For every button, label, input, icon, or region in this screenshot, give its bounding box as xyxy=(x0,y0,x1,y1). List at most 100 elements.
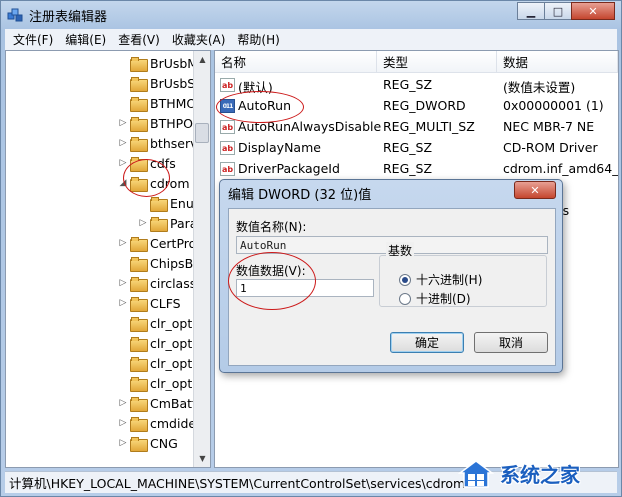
key-tree-pane[interactable]: BrUsbM BrUsbS BTHMO ▷ BTHPO ▷ bthserv ▷ cdfs ◢ cdr… xyxy=(5,50,211,468)
tree-item[interactable]: ◢ cdrom xyxy=(118,173,190,193)
tree-item[interactable]: ▷ Para xyxy=(138,213,197,233)
scroll-thumb[interactable] xyxy=(195,123,209,143)
tree-item-label: CmBatt xyxy=(150,395,197,411)
tree-item[interactable]: ▷ CmBatt xyxy=(118,393,197,413)
folder-icon xyxy=(130,276,148,292)
tree-expander-icon[interactable]: ▷ xyxy=(138,218,148,228)
tree-item-label: CertPro xyxy=(150,235,197,251)
tree-item[interactable]: ▷ CertPro xyxy=(118,233,196,253)
tree-item[interactable]: ▷ CLFS xyxy=(118,293,181,313)
radio-hexadecimal[interactable]: 十六进制(H) xyxy=(399,271,482,288)
column-header-name[interactable]: 名称 xyxy=(215,51,377,73)
minimize-button[interactable]: ▁ xyxy=(517,2,545,20)
folder-icon xyxy=(150,216,168,232)
scroll-up-icon[interactable]: ▲ xyxy=(194,51,210,68)
tree-expander-icon[interactable]: ▷ xyxy=(118,418,128,428)
status-path: 计算机\HKEY_LOCAL_MACHINE\SYSTEM\CurrentCon… xyxy=(9,476,466,491)
tree-item[interactable]: BrUsbM xyxy=(118,53,198,73)
tree-item-label: cdrom xyxy=(150,175,190,191)
radio-decimal-label: 十进制(D) xyxy=(416,292,471,306)
value-name-label: 数值名称(N): xyxy=(236,220,307,234)
tree-item-label: BTHMO xyxy=(150,95,197,111)
tree-item[interactable]: Enu xyxy=(138,193,194,213)
menu-view[interactable]: 查看(V) xyxy=(118,31,160,48)
dialog-body: 数值名称(N): AutoRun 数值数据(V): 1 基数 十六进制(H) 十… xyxy=(228,208,556,366)
window-controls: ▁ □ ✕ xyxy=(517,2,615,20)
tree-item[interactable]: clr_opti xyxy=(118,313,196,333)
tree-item[interactable]: ▷ cmdide xyxy=(118,413,196,433)
title-bar[interactable]: 注册表编辑器 ▁ □ ✕ xyxy=(1,1,621,29)
tree-item[interactable]: ▷ bthserv xyxy=(118,133,198,153)
tree-expander-icon[interactable]: ◢ xyxy=(118,178,128,188)
tree-item[interactable]: clr_opti xyxy=(118,373,196,393)
tree-expander-icon[interactable]: ▷ xyxy=(118,278,128,288)
binary-value-icon: 011 xyxy=(220,99,235,113)
folder-icon xyxy=(130,296,148,312)
tree-expander-icon[interactable]: ▷ xyxy=(118,298,128,308)
tree-item[interactable]: ▷ cdfs xyxy=(118,153,176,173)
tree-item[interactable]: clr_opti xyxy=(118,353,196,373)
folder-icon xyxy=(130,256,148,272)
menu-favorites[interactable]: 收藏夹(A) xyxy=(172,31,226,48)
value-data: CD-ROM Driver xyxy=(503,140,598,155)
regedit-app-icon xyxy=(7,8,23,22)
tree-expander-icon[interactable]: ▷ xyxy=(118,138,128,148)
tree-item[interactable]: ▷ circlass xyxy=(118,273,196,293)
tree-expander-icon[interactable]: ▷ xyxy=(118,238,128,248)
value-row[interactable]: 011 AutoRun REG_DWORD 0x00000001 (1) xyxy=(215,96,618,117)
tree-expander-icon[interactable]: ▷ xyxy=(118,398,128,408)
folder-icon xyxy=(130,316,148,332)
folder-icon xyxy=(130,236,148,252)
value-data-input[interactable]: 1 xyxy=(236,279,374,297)
value-type: REG_MULTI_SZ xyxy=(383,119,475,134)
value-type: REG_SZ xyxy=(383,161,433,176)
base-group-title: 基数 xyxy=(386,242,415,259)
tree-item-label: clr_opti xyxy=(150,335,196,351)
tree-item-label: circlass xyxy=(150,275,197,291)
tree-expander-icon[interactable]: ▷ xyxy=(118,158,128,168)
maximize-icon: □ xyxy=(552,4,564,18)
folder-icon xyxy=(130,136,148,152)
ok-button[interactable]: 确定 xyxy=(390,332,464,353)
tree-item[interactable]: BTHMO xyxy=(118,93,196,113)
tree-item[interactable]: clr_opti xyxy=(118,333,196,353)
value-row[interactable]: ab DriverPackageId REG_SZ cdrom.inf_amd64_n xyxy=(215,159,618,180)
value-type: REG_DWORD xyxy=(383,98,466,113)
tree-item[interactable]: ▷ CNG xyxy=(118,433,178,453)
folder-icon xyxy=(130,116,148,132)
value-data: NEC MBR-7 NE xyxy=(503,119,595,134)
tree-vertical-scrollbar[interactable]: ▲ ▼ xyxy=(193,51,210,467)
menu-edit[interactable]: 编辑(E) xyxy=(65,31,106,48)
value-row[interactable]: ab DisplayName REG_SZ CD-ROM Driver xyxy=(215,138,618,159)
value-type: REG_SZ xyxy=(383,77,433,92)
tree-item-label: clr_opti xyxy=(150,375,196,391)
radio-unselected-icon xyxy=(399,292,411,305)
column-header-data[interactable]: 数据 xyxy=(497,51,618,73)
tree-item[interactable]: ChipsBa xyxy=(118,253,201,273)
menu-help[interactable]: 帮助(H) xyxy=(237,31,279,48)
value-row[interactable]: ab AutoRunAlwaysDisable REG_MULTI_SZ NEC MB… xyxy=(215,117,618,138)
tree-item[interactable]: BrUsbS xyxy=(118,73,195,93)
tree-expander-icon[interactable]: ▷ xyxy=(118,118,128,128)
tree-item-label: bthserv xyxy=(150,135,198,151)
radio-decimal[interactable]: 十进制(D) xyxy=(399,290,471,307)
radio-hexadecimal-label: 十六进制(H) xyxy=(416,273,483,287)
maximize-button[interactable]: □ xyxy=(544,2,572,20)
close-icon: ✕ xyxy=(588,4,598,18)
close-button[interactable]: ✕ xyxy=(571,2,615,20)
dialog-close-button[interactable]: ✕ xyxy=(514,181,556,199)
folder-icon xyxy=(130,416,148,432)
watermark-house-logo-icon xyxy=(457,459,495,488)
watermark: 系统之家 xyxy=(456,450,622,497)
cancel-button[interactable]: 取消 xyxy=(474,332,548,353)
tree-item-label: BrUsbM xyxy=(150,55,199,71)
scroll-down-icon[interactable]: ▼ xyxy=(194,450,210,467)
folder-icon xyxy=(130,376,148,392)
tree-expander-icon[interactable]: ▷ xyxy=(118,438,128,448)
value-data: 0x00000001 (1) xyxy=(503,98,604,113)
column-header-type[interactable]: 类型 xyxy=(377,51,497,73)
value-row[interactable]: ab (默认) REG_SZ (数值未设置) xyxy=(215,75,618,96)
value-name: DriverPackageId xyxy=(238,161,340,176)
tree-item[interactable]: ▷ BTHPO xyxy=(118,113,193,133)
menu-file[interactable]: 文件(F) xyxy=(13,31,53,48)
